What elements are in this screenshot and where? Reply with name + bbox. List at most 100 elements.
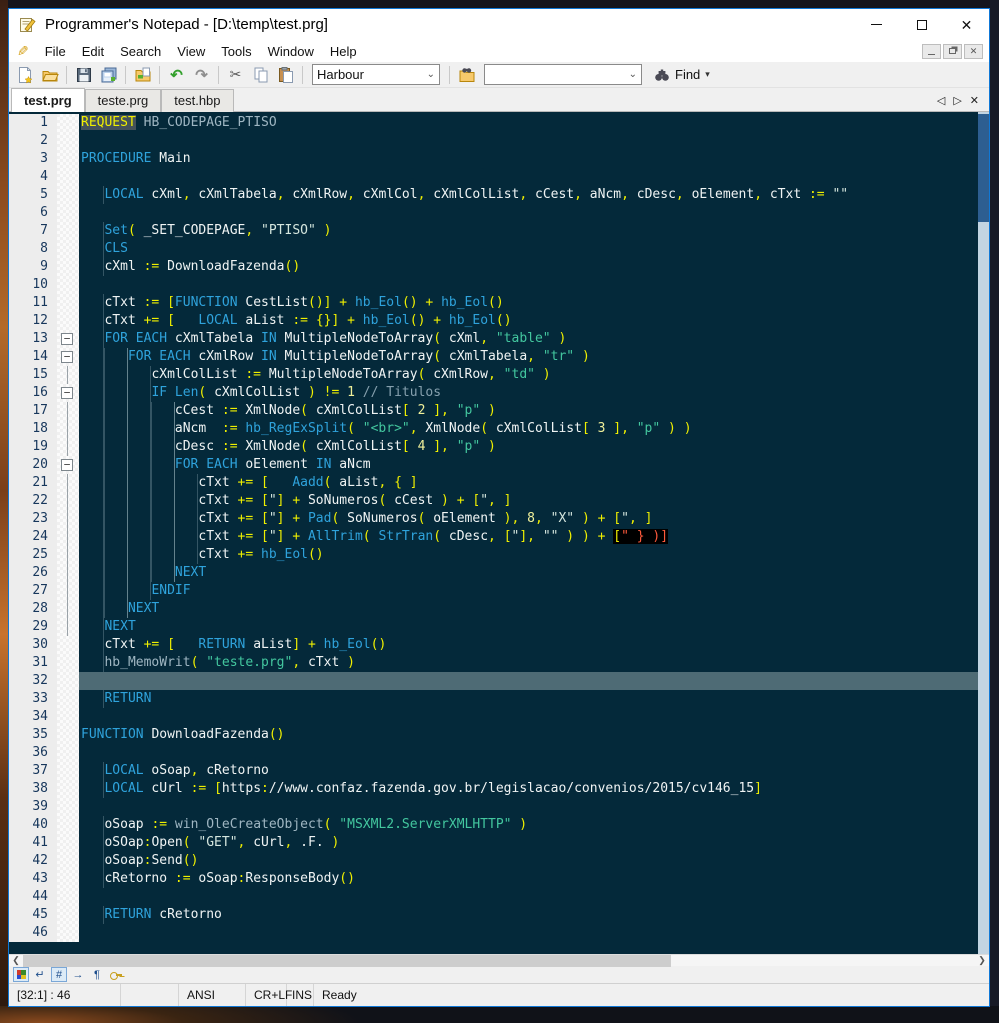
fold-margin[interactable]	[57, 528, 79, 546]
code-line[interactable]: 45RETURN cRetorno	[9, 906, 978, 924]
menu-window[interactable]: Window	[260, 42, 322, 61]
code-line[interactable]: 46	[9, 924, 978, 942]
code-line[interactable]: 28NEXT	[9, 600, 978, 618]
fold-margin[interactable]	[57, 600, 79, 618]
fold-margin[interactable]	[57, 708, 79, 726]
code-line[interactable]: 15cXmlColList := MultipleNodeToArray( cX…	[9, 366, 978, 384]
line-number[interactable]: 46	[9, 924, 57, 942]
find-dropdown-caret[interactable]: ▾	[705, 69, 710, 80]
menu-file[interactable]: File	[37, 42, 74, 61]
menu-edit[interactable]: Edit	[74, 42, 112, 61]
fold-margin[interactable]	[57, 924, 79, 942]
code-line[interactable]: 1REQUEST HB_CODEPAGE_PTISO	[9, 114, 978, 132]
code-line[interactable]: 4	[9, 168, 978, 186]
code-line[interactable]: 36	[9, 744, 978, 762]
line-number[interactable]: 17	[9, 402, 57, 420]
tab-close-icon[interactable]: ✕	[970, 94, 979, 107]
find-in-files-button[interactable]	[455, 64, 478, 86]
line-number[interactable]: 21	[9, 474, 57, 492]
fold-margin[interactable]	[57, 762, 79, 780]
line-number[interactable]: 28	[9, 600, 57, 618]
code-line[interactable]: 8CLS	[9, 240, 978, 258]
code-line[interactable]: 27ENDIF	[9, 582, 978, 600]
code-line[interactable]: 9cXml := DownloadFazenda()	[9, 258, 978, 276]
open-file-button[interactable]	[38, 64, 61, 86]
line-number[interactable]: 1	[9, 114, 57, 132]
fold-margin[interactable]	[57, 366, 79, 384]
line-number[interactable]: 36	[9, 744, 57, 762]
line-number[interactable]: 2	[9, 132, 57, 150]
code-line[interactable]: 42oSoap:Send()	[9, 852, 978, 870]
fold-collapse-icon[interactable]: −	[61, 459, 73, 471]
search-input[interactable]: ⌄	[484, 64, 642, 85]
hscroll-right-arrow[interactable]: ❯	[975, 955, 989, 967]
code-line[interactable]: 21cTxt += [ Aadd( aList, { ]	[9, 474, 978, 492]
hscroll-thumb[interactable]	[23, 955, 671, 967]
code-line[interactable]: 2	[9, 132, 978, 150]
horizontal-scrollbar[interactable]: ❮ ❯	[9, 954, 989, 966]
redo-button[interactable]: ↷	[190, 64, 213, 86]
menu-search[interactable]: Search	[112, 42, 169, 61]
fold-margin[interactable]	[57, 168, 79, 186]
fold-margin[interactable]	[57, 690, 79, 708]
fold-margin[interactable]	[57, 438, 79, 456]
fold-margin[interactable]: −	[57, 348, 79, 366]
code-line[interactable]: 17cCest := XmlNode( cXmlColList[ 2 ], "p…	[9, 402, 978, 420]
menu-view[interactable]: View	[169, 42, 213, 61]
tab-test.hbp[interactable]: test.hbp	[161, 89, 233, 112]
fold-margin[interactable]	[57, 132, 79, 150]
tab-teste.prg[interactable]: teste.prg	[85, 89, 162, 112]
line-number[interactable]: 43	[9, 870, 57, 888]
fold-margin[interactable]	[57, 726, 79, 744]
fold-margin[interactable]	[57, 258, 79, 276]
fold-margin[interactable]	[57, 276, 79, 294]
line-number[interactable]: 10	[9, 276, 57, 294]
fold-margin[interactable]	[57, 240, 79, 258]
fold-collapse-icon[interactable]: −	[61, 333, 73, 345]
line-number[interactable]: 27	[9, 582, 57, 600]
line-number[interactable]: 25	[9, 546, 57, 564]
code-line[interactable]: 23cTxt += ["] + Pad( SoNumeros( oElement…	[9, 510, 978, 528]
line-number[interactable]: 15	[9, 366, 57, 384]
line-number[interactable]: 30	[9, 636, 57, 654]
code-line[interactable]: 22cTxt += ["] + SoNumeros( cCest ) + [",…	[9, 492, 978, 510]
fold-margin[interactable]	[57, 816, 79, 834]
code-line[interactable]: 29NEXT	[9, 618, 978, 636]
code-line[interactable]: 18aNcm := hb_RegExSplit( "<br>", XmlNode…	[9, 420, 978, 438]
line-number[interactable]: 24	[9, 528, 57, 546]
fold-margin[interactable]	[57, 654, 79, 672]
mdi-close-button[interactable]: ✕	[964, 44, 983, 59]
line-number[interactable]: 29	[9, 618, 57, 636]
fold-margin[interactable]	[57, 492, 79, 510]
line-number[interactable]: 23	[9, 510, 57, 528]
line-numbers-button[interactable]: #	[51, 967, 67, 982]
fold-margin[interactable]	[57, 834, 79, 852]
line-number[interactable]: 34	[9, 708, 57, 726]
fold-margin[interactable]	[57, 870, 79, 888]
code-line[interactable]: 30cTxt += [ RETURN aList] + hb_Eol()	[9, 636, 978, 654]
line-number[interactable]: 35	[9, 726, 57, 744]
line-number[interactable]: 5	[9, 186, 57, 204]
line-number[interactable]: 7	[9, 222, 57, 240]
line-number[interactable]: 6	[9, 204, 57, 222]
fold-margin[interactable]: −	[57, 330, 79, 348]
line-number[interactable]: 44	[9, 888, 57, 906]
code-line[interactable]: 16−IF Len( cXmlColList ) != 1 // Titulos	[9, 384, 978, 402]
undo-button[interactable]: ↶	[165, 64, 188, 86]
line-number[interactable]: 16	[9, 384, 57, 402]
line-number[interactable]: 19	[9, 438, 57, 456]
code-area[interactable]: 1REQUEST HB_CODEPAGE_PTISO23PROCEDURE Ma…	[9, 112, 978, 954]
hscroll-track[interactable]	[23, 955, 975, 967]
line-number[interactable]: 32	[9, 672, 57, 690]
fold-margin[interactable]: −	[57, 384, 79, 402]
line-number[interactable]: 3	[9, 150, 57, 168]
code-line[interactable]: 12cTxt += [ LOCAL aList := {}] + hb_Eol(…	[9, 312, 978, 330]
line-number[interactable]: 45	[9, 906, 57, 924]
line-number[interactable]: 9	[9, 258, 57, 276]
copy-button[interactable]	[249, 64, 272, 86]
code-line[interactable]: 5LOCAL cXml, cXmlTabela, cXmlRow, cXmlCo…	[9, 186, 978, 204]
fold-margin[interactable]	[57, 618, 79, 636]
vertical-scrollbar-thumb[interactable]	[978, 114, 989, 222]
line-number[interactable]: 26	[9, 564, 57, 582]
line-number[interactable]: 37	[9, 762, 57, 780]
